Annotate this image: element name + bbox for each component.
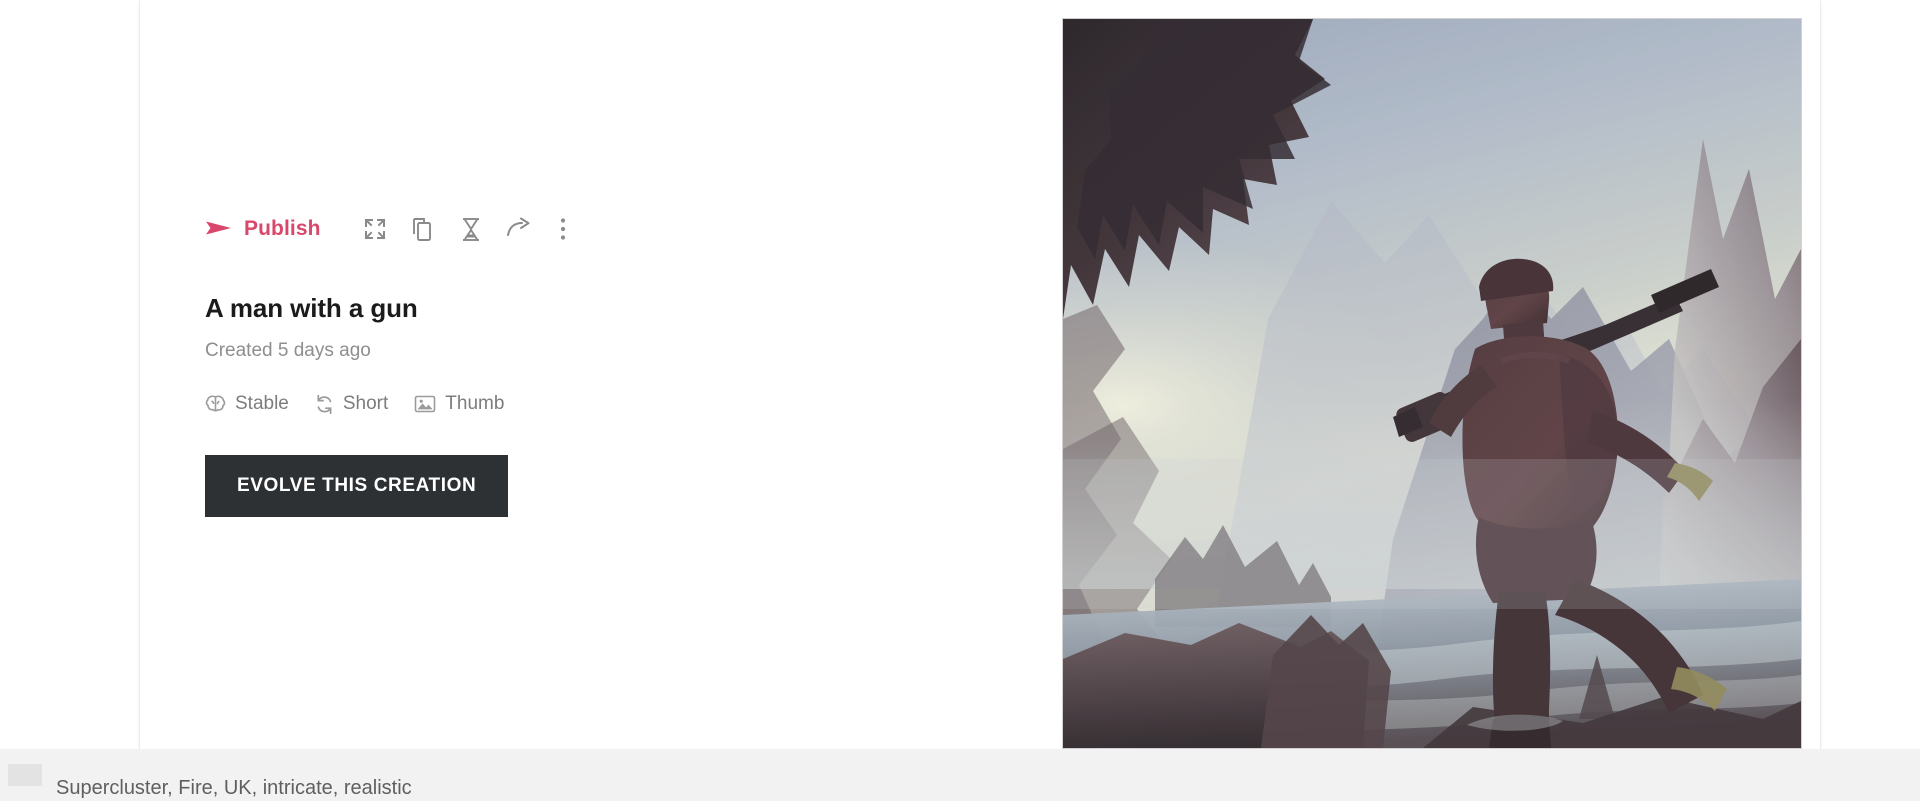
attribute-thumb: Thumb <box>414 393 504 415</box>
duplicate-icon-button[interactable] <box>399 212 447 246</box>
expand-icon <box>363 217 387 241</box>
prompt-strip: Supercluster, Fire, UK, intricate, reali… <box>0 749 1920 801</box>
refresh-icon <box>315 394 334 415</box>
more-vertical-icon <box>560 217 566 241</box>
attribute-stable: Stable <box>205 393 289 415</box>
attribute-short-label: Short <box>342 393 389 414</box>
creation-detail-card: Publish A man with a gun Created 5 days … <box>140 0 1820 752</box>
share-icon-button[interactable] <box>495 212 543 246</box>
publish-label: Publish <box>244 217 321 240</box>
attribute-short: Short <box>315 393 388 415</box>
expand-icon-button[interactable] <box>351 212 399 246</box>
brain-icon <box>205 394 226 414</box>
creation-title: A man with a gun <box>205 293 418 323</box>
creation-created-date: Created 5 days ago <box>205 340 371 361</box>
creation-action-toolbar: Publish <box>205 212 1065 246</box>
evolve-this-creation-button[interactable]: EVOLVE THIS CREATION <box>205 455 509 517</box>
publish-button[interactable]: Publish <box>205 217 321 242</box>
image-icon <box>414 394 436 414</box>
attribute-stable-label: Stable <box>235 393 289 414</box>
prompt-swatch <box>8 764 42 786</box>
creation-info-pane: Publish A man with a gun Created 5 days … <box>140 0 1065 752</box>
attribute-thumb-label: Thumb <box>445 393 505 414</box>
creation-attribute-row: Stable Short Thumb <box>205 393 1065 415</box>
creation-artwork[interactable] <box>1063 19 1801 748</box>
artwork-illustration <box>1063 19 1801 748</box>
hourglass-icon-button[interactable] <box>447 212 495 246</box>
send-icon <box>205 217 233 242</box>
prompt-text: Supercluster, Fire, UK, intricate, reali… <box>56 776 412 799</box>
duplicate-icon <box>411 217 435 242</box>
hourglass-icon <box>460 217 482 242</box>
more-vertical-icon-button[interactable] <box>543 212 583 246</box>
share-icon <box>506 217 531 241</box>
